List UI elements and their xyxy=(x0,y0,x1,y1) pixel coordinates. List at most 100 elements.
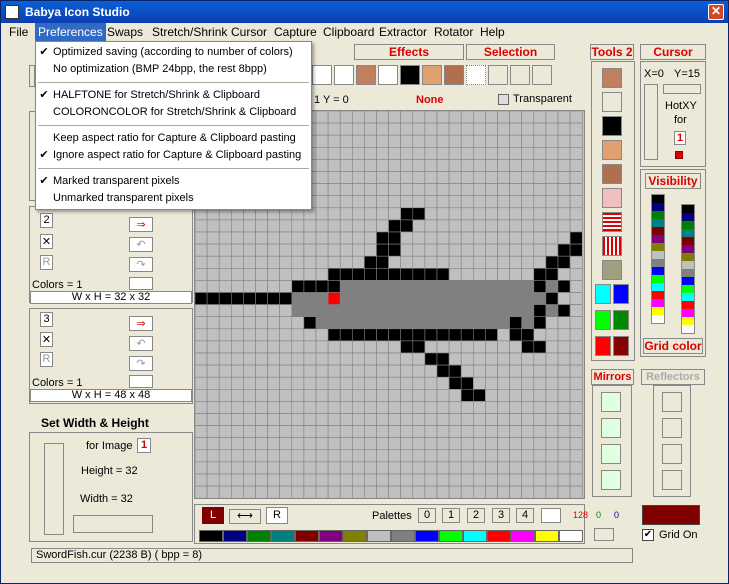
visibility-color-cell[interactable] xyxy=(682,253,694,261)
pixel-cell[interactable] xyxy=(424,243,438,257)
image2-arrow-icon[interactable]: ⇒ xyxy=(129,217,153,232)
pixel-cell[interactable] xyxy=(339,122,353,136)
pixel-cell[interactable] xyxy=(460,207,474,221)
mirror-left-icon[interactable] xyxy=(601,418,621,438)
pixel-cell[interactable] xyxy=(497,376,510,390)
pixel-cell[interactable] xyxy=(472,316,486,330)
pixel-cell[interactable] xyxy=(448,146,462,160)
pixel-cell[interactable] xyxy=(424,364,438,378)
pixel-cell[interactable] xyxy=(364,413,377,426)
pixel-cell[interactable] xyxy=(364,171,377,184)
pixel-cell[interactable] xyxy=(339,304,353,318)
eye-tool2-icon[interactable] xyxy=(602,116,622,136)
pixel-cell[interactable] xyxy=(315,485,329,499)
pixel-cell[interactable] xyxy=(521,146,535,160)
pixel-cell[interactable] xyxy=(436,207,450,221)
pixel-cell[interactable] xyxy=(412,243,426,257)
pixel-cell[interactable] xyxy=(557,352,571,366)
pixel-cell[interactable] xyxy=(376,292,389,305)
pixel-cell[interactable] xyxy=(206,388,220,402)
pixel-cell[interactable] xyxy=(400,364,414,378)
pixel-cell[interactable] xyxy=(497,449,510,463)
pixel-cell[interactable] xyxy=(352,425,365,439)
transparent-checkbox[interactable] xyxy=(498,94,509,105)
pixel-cell[interactable] xyxy=(533,425,547,439)
palette-swatch[interactable] xyxy=(247,530,271,542)
pixel-cell[interactable] xyxy=(388,292,402,305)
pixel-cell[interactable] xyxy=(521,304,535,318)
visibility-color-cell[interactable] xyxy=(652,195,664,203)
pixel-cell[interactable] xyxy=(364,219,377,233)
pixel-cell[interactable] xyxy=(509,122,523,136)
pixel-cell[interactable] xyxy=(424,110,438,124)
pixel-cell[interactable] xyxy=(412,231,426,245)
pixel-cell[interactable] xyxy=(497,437,510,451)
pixel-cell[interactable] xyxy=(230,425,244,439)
pixel-cell[interactable] xyxy=(412,146,426,160)
pixel-cell[interactable] xyxy=(557,364,571,378)
pixel-cell[interactable] xyxy=(412,461,426,475)
pixel-cell[interactable] xyxy=(497,231,510,245)
pixel-cell[interactable] xyxy=(497,304,510,318)
pixel-cell[interactable] xyxy=(545,437,559,451)
pixel-cell[interactable] xyxy=(352,437,365,451)
pixel-cell[interactable] xyxy=(424,146,438,160)
pixel-cell[interactable] xyxy=(327,461,341,475)
pixel-cell[interactable] xyxy=(436,292,450,305)
pixel-cell[interactable] xyxy=(497,268,510,281)
pixel-cell[interactable] xyxy=(194,231,208,245)
pixel-cell[interactable] xyxy=(485,122,498,136)
pixel-cell[interactable] xyxy=(376,376,389,390)
pixel-cell[interactable] xyxy=(545,268,559,281)
pixel-cell[interactable] xyxy=(545,328,559,342)
pixel-cell[interactable] xyxy=(448,485,462,499)
pixel-cell[interactable] xyxy=(376,401,389,414)
pixel-cell[interactable] xyxy=(388,122,402,136)
width-scrollbar[interactable] xyxy=(73,515,153,533)
pixel-cell[interactable] xyxy=(497,122,510,136)
pixel-cell[interactable] xyxy=(303,413,317,426)
visibility-color-cell[interactable] xyxy=(682,317,694,325)
pixel-cell[interactable] xyxy=(521,183,535,196)
palette-swatch[interactable] xyxy=(391,530,415,542)
pixel-cell[interactable] xyxy=(533,304,547,318)
pixel-cell[interactable] xyxy=(569,183,583,196)
pixel-cell[interactable] xyxy=(412,159,426,172)
pixel-cell[interactable] xyxy=(376,219,389,233)
pixel-cell[interactable] xyxy=(509,243,523,257)
pixel-cell[interactable] xyxy=(315,328,329,342)
palette-swatch[interactable] xyxy=(319,530,343,542)
pixel-cell[interactable] xyxy=(291,340,305,354)
pixel-cell[interactable] xyxy=(267,268,280,281)
pixel-cell[interactable] xyxy=(376,255,389,269)
pixel-cell[interactable] xyxy=(315,195,329,209)
pixel-cell[interactable] xyxy=(388,473,402,487)
pixel-cell[interactable] xyxy=(267,376,280,390)
pixel-cell[interactable] xyxy=(352,243,365,257)
visibility-color-cell[interactable] xyxy=(682,245,694,253)
pixel-cell[interactable] xyxy=(533,316,547,330)
swap-colors-icon[interactable]: ⟷ xyxy=(229,509,261,524)
pixel-cell[interactable] xyxy=(303,364,317,378)
pixel-cell[interactable] xyxy=(424,255,438,269)
pixel-cell[interactable] xyxy=(218,231,232,245)
image2-clear-icon[interactable]: ✕ xyxy=(40,234,53,249)
pixel-cell[interactable] xyxy=(267,243,280,257)
pixel-cell[interactable] xyxy=(448,207,462,221)
pref-no-optimization[interactable]: No optimization (BMP 24bpp, the rest 8bp… xyxy=(36,62,311,77)
pixel-cell[interactable] xyxy=(569,328,583,342)
pixel-cell[interactable] xyxy=(303,340,317,354)
pixel-cell[interactable] xyxy=(291,473,305,487)
pixel-cell[interactable] xyxy=(497,243,510,257)
pixel-cell[interactable] xyxy=(206,280,220,293)
pixel-cell[interactable] xyxy=(533,243,547,257)
grid-on-checkbox[interactable]: ✔ xyxy=(642,529,654,541)
pixel-cell[interactable] xyxy=(255,328,268,342)
pixel-cell[interactable] xyxy=(267,449,280,463)
pixel-cell[interactable] xyxy=(412,122,426,136)
visibility-color-cell[interactable] xyxy=(652,275,664,283)
pixel-cell[interactable] xyxy=(509,328,523,342)
visibility-color-cell[interactable] xyxy=(652,291,664,299)
pixel-cell[interactable] xyxy=(472,243,486,257)
pixel-cell[interactable] xyxy=(412,376,426,390)
